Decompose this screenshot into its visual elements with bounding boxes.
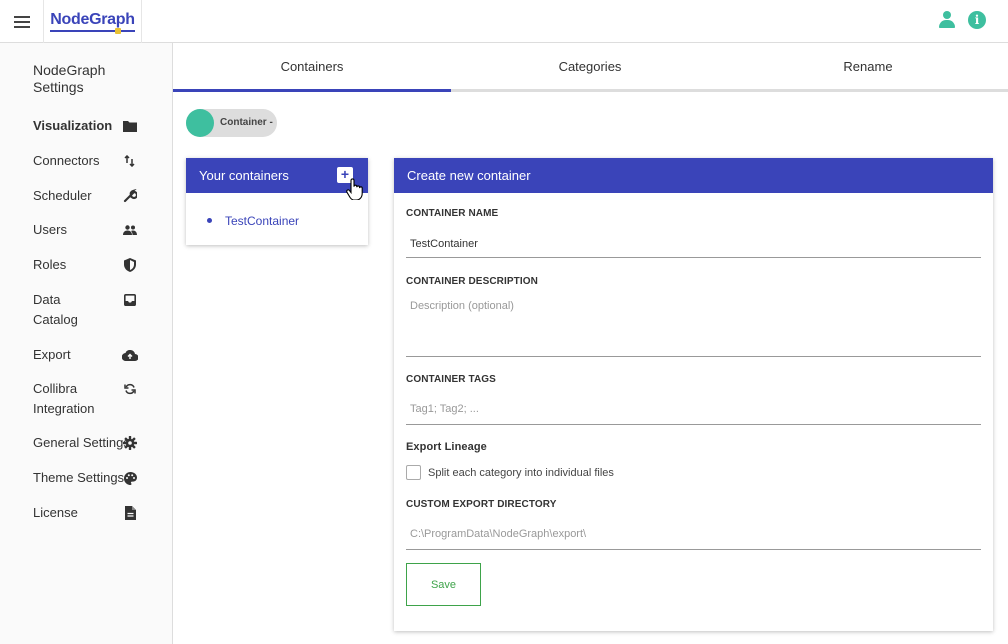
- swap-vertical-icon: [122, 153, 138, 169]
- save-button[interactable]: Save: [406, 563, 481, 606]
- container-name-label: CONTAINER NAME: [406, 208, 499, 219]
- top-bar: NodeGraph i: [0, 0, 1008, 43]
- toggle-knob: [186, 109, 214, 137]
- containers-panel-header: Your containers +: [186, 158, 368, 193]
- container-description-input[interactable]: [406, 294, 981, 357]
- shield-icon: [122, 257, 138, 273]
- sidebar-item-theme-settings[interactable]: Theme Settings: [33, 468, 143, 488]
- container-description-label: CONTAINER DESCRIPTION: [406, 276, 538, 287]
- folder-icon: [122, 118, 138, 134]
- split-files-checkbox-row[interactable]: Split each category into individual file…: [406, 465, 614, 480]
- container-tags-input[interactable]: [406, 394, 981, 425]
- split-files-checkbox[interactable]: [406, 465, 421, 480]
- list-item[interactable]: TestContainer: [207, 213, 299, 229]
- split-files-label: Split each category into individual file…: [428, 466, 614, 479]
- export-lineage-label: Export Lineage: [406, 441, 487, 453]
- gear-icon: [122, 435, 138, 451]
- create-container-panel: Create new container CONTAINER NAME CONT…: [394, 158, 993, 631]
- logo: NodeGraph: [50, 11, 135, 34]
- user-icon[interactable]: [938, 11, 956, 29]
- tab-containers[interactable]: Containers: [173, 43, 451, 92]
- cloud-upload-icon: [122, 347, 138, 363]
- export-directory-input[interactable]: [406, 519, 981, 550]
- inbox-icon: [122, 292, 138, 308]
- sidebar-item-connectors[interactable]: Connectors: [33, 151, 143, 171]
- create-panel-header: Create new container: [394, 158, 993, 193]
- sync-icon: [122, 381, 138, 397]
- info-icon[interactable]: i: [968, 11, 986, 29]
- container-toggle[interactable]: Container -: [186, 109, 277, 137]
- wrench-icon: [122, 188, 138, 204]
- tab-indicator: [173, 89, 451, 92]
- toggle-label: Container -: [220, 117, 273, 128]
- export-directory-label: CUSTOM EXPORT DIRECTORY: [406, 499, 557, 510]
- tab-bar: Containers Categories Rename: [173, 43, 1008, 92]
- sidebar-item-license[interactable]: License: [33, 503, 143, 523]
- sidebar: NodeGraph Settings Visualization Connect…: [0, 43, 173, 644]
- containers-panel-title: Your containers: [199, 168, 289, 183]
- sidebar-item-visualization[interactable]: Visualization: [33, 116, 143, 136]
- palette-icon: [122, 470, 138, 486]
- document-icon: [122, 505, 138, 521]
- sidebar-item-roles[interactable]: Roles: [33, 255, 143, 275]
- sidebar-item-export[interactable]: Export: [33, 345, 143, 365]
- hand-cursor-icon: [346, 178, 363, 200]
- container-name-input[interactable]: [406, 230, 981, 258]
- users-icon: [122, 222, 138, 238]
- sidebar-item-collibra-integration[interactable]: Collibra Integration: [33, 379, 143, 419]
- sidebar-item-data-catalog[interactable]: Data Catalog: [33, 290, 143, 330]
- logo-area[interactable]: NodeGraph: [44, 0, 142, 43]
- sidebar-title: NodeGraph Settings: [33, 62, 106, 95]
- sidebar-item-general-settings[interactable]: General Settings: [33, 433, 143, 453]
- sidebar-item-users[interactable]: Users: [33, 220, 143, 240]
- menu-button[interactable]: [0, 0, 44, 43]
- sidebar-item-scheduler[interactable]: Scheduler: [33, 186, 143, 206]
- tab-rename[interactable]: Rename: [729, 43, 1007, 92]
- bullet-icon: [207, 218, 212, 224]
- hamburger-icon: [13, 15, 30, 28]
- container-tags-label: CONTAINER TAGS: [406, 374, 496, 385]
- containers-panel: Your containers + TestContainer: [186, 158, 368, 245]
- tab-categories[interactable]: Categories: [451, 43, 729, 92]
